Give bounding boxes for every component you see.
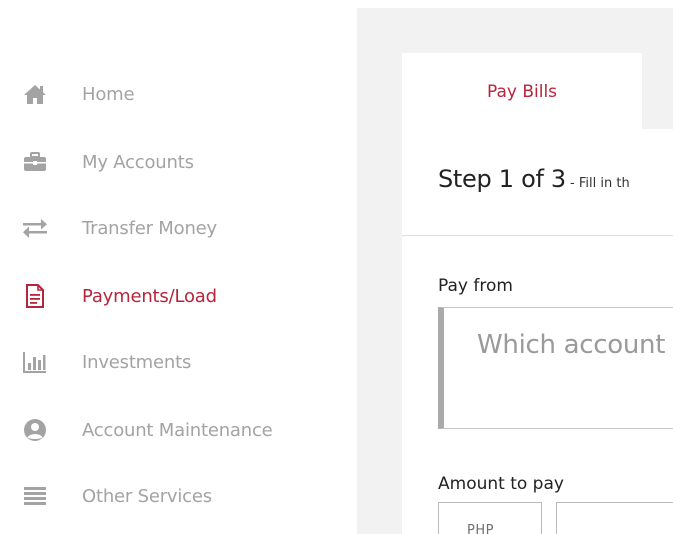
- pay-from-placeholder: Which account: [477, 330, 666, 360]
- sidebar-item-my-accounts[interactable]: My Accounts: [22, 142, 342, 182]
- sidebar-item-label: Home: [82, 83, 135, 105]
- divider: [402, 235, 673, 236]
- sidebar-item-label: Other Services: [82, 485, 212, 507]
- sidebar-item-label: My Accounts: [82, 151, 194, 173]
- main-panel: Pay Bills Step 1 of 3 - Fill in th Pay f…: [357, 8, 673, 534]
- transfer-arrows-icon: [22, 215, 48, 241]
- step-subtext: - Fill in th: [565, 176, 630, 191]
- sidebar-item-payments-load[interactable]: Payments/Load: [22, 276, 342, 316]
- amount-input[interactable]: [556, 502, 673, 534]
- list-icon: [22, 483, 48, 509]
- currency-select[interactable]: PHP: [438, 502, 542, 534]
- sidebar-item-label: Payments/Load: [82, 285, 217, 307]
- bar-chart-icon: [22, 349, 48, 375]
- sidebar-item-transfer-money[interactable]: Transfer Money: [22, 208, 342, 248]
- sidebar-item-home[interactable]: Home: [22, 74, 342, 114]
- home-icon: [22, 81, 48, 107]
- sidebar-item-investments[interactable]: Investments: [22, 342, 342, 382]
- app-window: Home My Accounts Transfer Money Payments…: [0, 0, 673, 534]
- sidebar-item-label: Transfer Money: [82, 217, 217, 239]
- tab-label: Pay Bills: [486, 82, 558, 102]
- briefcase-icon: [22, 149, 48, 175]
- user-circle-icon: [22, 417, 48, 443]
- pay-from-account-select[interactable]: Which account: [438, 307, 673, 429]
- pay-bills-form: Step 1 of 3 - Fill in th Pay from Which …: [402, 129, 673, 534]
- step-title: Step 1 of 3: [438, 165, 566, 193]
- document-icon: [22, 283, 48, 309]
- currency-value: PHP: [467, 523, 494, 534]
- amount-label: Amount to pay: [438, 474, 564, 494]
- sidebar-item-label: Account Maintenance: [82, 419, 273, 441]
- tab-pay-bills[interactable]: Pay Bills: [402, 53, 642, 133]
- sidebar-item-label: Investments: [82, 351, 192, 373]
- sidebar-item-other-services[interactable]: Other Services: [22, 476, 342, 516]
- sidebar-item-account-maintenance[interactable]: Account Maintenance: [22, 410, 342, 450]
- sidebar-nav: Home My Accounts Transfer Money Payments…: [0, 0, 357, 534]
- pay-from-label: Pay from: [438, 276, 513, 296]
- step-heading: Step 1 of 3 - Fill in th: [438, 165, 630, 193]
